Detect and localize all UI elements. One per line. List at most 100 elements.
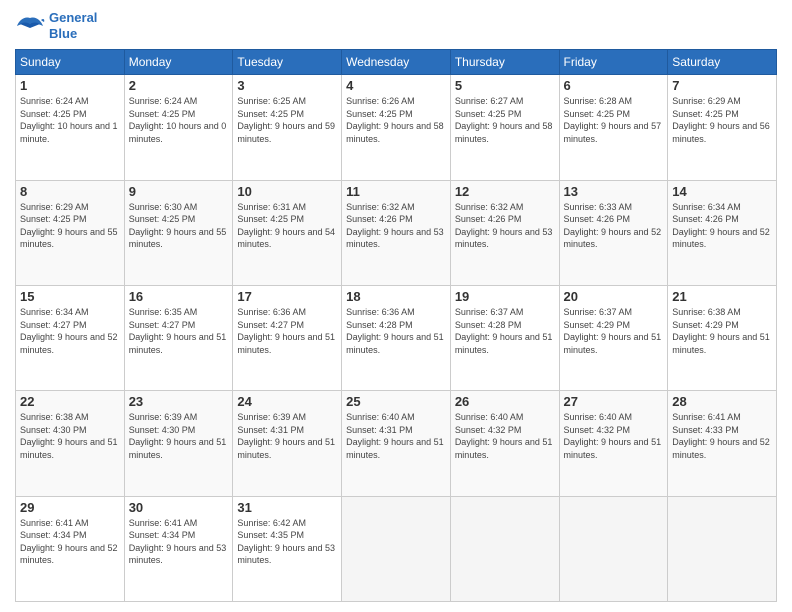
calendar-header-friday: Friday	[559, 50, 668, 75]
calendar-cell: 3 Sunrise: 6:25 AMSunset: 4:25 PMDaylight…	[233, 75, 342, 180]
calendar-header-thursday: Thursday	[450, 50, 559, 75]
day-info: Sunrise: 6:36 AMSunset: 4:28 PMDaylight:…	[346, 306, 446, 356]
calendar-cell: 26Sunrise: 6:40 AMSunset: 4:32 PMDayligh…	[450, 391, 559, 496]
calendar-cell: 6 Sunrise: 6:28 AMSunset: 4:25 PMDaylight…	[559, 75, 668, 180]
day-info: Sunrise: 6:36 AMSunset: 4:27 PMDaylight:…	[237, 306, 337, 356]
day-number: 8	[20, 184, 120, 199]
calendar-cell: 7 Sunrise: 6:29 AMSunset: 4:25 PMDaylight…	[668, 75, 777, 180]
calendar-week-1: 1 Sunrise: 6:24 AMSunset: 4:25 PMDaylight…	[16, 75, 777, 180]
day-number: 2	[129, 78, 229, 93]
day-number: 12	[455, 184, 555, 199]
calendar-cell	[342, 496, 451, 601]
day-info: Sunrise: 6:33 AMSunset: 4:26 PMDaylight:…	[564, 201, 664, 251]
calendar-cell: 16 Sunrise: 6:35 AMSunset: 4:27 PMDayligh…	[124, 285, 233, 390]
day-number: 7	[672, 78, 772, 93]
day-info: Sunrise: 6:29 AMSunset: 4:25 PMDaylight:…	[672, 95, 772, 145]
day-info: Sunrise: 6:38 AMSunset: 4:30 PMDaylight:…	[20, 411, 120, 461]
calendar-cell	[559, 496, 668, 601]
calendar-cell: 12 Sunrise: 6:32 AMSunset: 4:26 PMDayligh…	[450, 180, 559, 285]
calendar-cell: 21 Sunrise: 6:38 AMSunset: 4:29 PMDayligh…	[668, 285, 777, 390]
calendar-header-wednesday: Wednesday	[342, 50, 451, 75]
calendar-header-monday: Monday	[124, 50, 233, 75]
day-number: 9	[129, 184, 229, 199]
day-info: Sunrise: 6:30 AMSunset: 4:25 PMDaylight:…	[129, 201, 229, 251]
calendar-cell: 17 Sunrise: 6:36 AMSunset: 4:27 PMDayligh…	[233, 285, 342, 390]
day-number: 30	[129, 500, 229, 515]
day-number: 24	[237, 394, 337, 409]
day-info: Sunrise: 6:41 AMSunset: 4:34 PMDaylight:…	[20, 517, 120, 567]
calendar-cell: 15 Sunrise: 6:34 AMSunset: 4:27 PMDayligh…	[16, 285, 125, 390]
day-number: 13	[564, 184, 664, 199]
day-info: Sunrise: 6:40 AMSunset: 4:32 PMDaylight:…	[564, 411, 664, 461]
calendar-cell: 4 Sunrise: 6:26 AMSunset: 4:25 PMDaylight…	[342, 75, 451, 180]
logo-text: General Blue	[49, 10, 97, 41]
calendar-header-sunday: Sunday	[16, 50, 125, 75]
day-number: 4	[346, 78, 446, 93]
calendar-cell: 8 Sunrise: 6:29 AMSunset: 4:25 PMDaylight…	[16, 180, 125, 285]
day-number: 18	[346, 289, 446, 304]
day-number: 22	[20, 394, 120, 409]
calendar-cell: 1 Sunrise: 6:24 AMSunset: 4:25 PMDaylight…	[16, 75, 125, 180]
calendar-cell: 25 Sunrise: 6:40 AMSunset: 4:31 PMDayligh…	[342, 391, 451, 496]
day-info: Sunrise: 6:26 AMSunset: 4:25 PMDaylight:…	[346, 95, 446, 145]
calendar-cell	[668, 496, 777, 601]
day-info: Sunrise: 6:35 AMSunset: 4:27 PMDaylight:…	[129, 306, 229, 356]
day-info: Sunrise: 6:28 AMSunset: 4:25 PMDaylight:…	[564, 95, 664, 145]
calendar-cell: 20Sunrise: 6:37 AMSunset: 4:29 PMDayligh…	[559, 285, 668, 390]
calendar-cell	[450, 496, 559, 601]
calendar-week-5: 29Sunrise: 6:41 AMSunset: 4:34 PMDayligh…	[16, 496, 777, 601]
calendar-cell: 24 Sunrise: 6:39 AMSunset: 4:31 PMDayligh…	[233, 391, 342, 496]
day-info: Sunrise: 6:25 AMSunset: 4:25 PMDaylight:…	[237, 95, 337, 145]
day-info: Sunrise: 6:41 AMSunset: 4:34 PMDaylight:…	[129, 517, 229, 567]
day-info: Sunrise: 6:42 AMSunset: 4:35 PMDaylight:…	[237, 517, 337, 567]
calendar-cell: 27Sunrise: 6:40 AMSunset: 4:32 PMDayligh…	[559, 391, 668, 496]
day-number: 11	[346, 184, 446, 199]
day-info: Sunrise: 6:24 AMSunset: 4:25 PMDaylight:…	[20, 95, 120, 145]
calendar-header-saturday: Saturday	[668, 50, 777, 75]
calendar-cell: 10 Sunrise: 6:31 AMSunset: 4:25 PMDayligh…	[233, 180, 342, 285]
calendar-table: SundayMondayTuesdayWednesdayThursdayFrid…	[15, 49, 777, 602]
calendar-cell: 9 Sunrise: 6:30 AMSunset: 4:25 PMDaylight…	[124, 180, 233, 285]
day-number: 16	[129, 289, 229, 304]
day-info: Sunrise: 6:38 AMSunset: 4:29 PMDaylight:…	[672, 306, 772, 356]
day-number: 5	[455, 78, 555, 93]
logo: General Blue	[15, 10, 97, 41]
calendar-cell: 2 Sunrise: 6:24 AMSunset: 4:25 PMDaylight…	[124, 75, 233, 180]
day-number: 23	[129, 394, 229, 409]
day-info: Sunrise: 6:29 AMSunset: 4:25 PMDaylight:…	[20, 201, 120, 251]
day-number: 31	[237, 500, 337, 515]
calendar-week-3: 15 Sunrise: 6:34 AMSunset: 4:27 PMDayligh…	[16, 285, 777, 390]
calendar-cell: 13 Sunrise: 6:33 AMSunset: 4:26 PMDayligh…	[559, 180, 668, 285]
calendar-cell: 5Sunrise: 6:27 AMSunset: 4:25 PMDaylight…	[450, 75, 559, 180]
day-info: Sunrise: 6:39 AMSunset: 4:31 PMDaylight:…	[237, 411, 337, 461]
calendar-cell: 31 Sunrise: 6:42 AMSunset: 4:35 PMDayligh…	[233, 496, 342, 601]
logo-icon	[15, 14, 45, 38]
calendar-cell: 18 Sunrise: 6:36 AMSunset: 4:28 PMDayligh…	[342, 285, 451, 390]
day-number: 25	[346, 394, 446, 409]
day-info: Sunrise: 6:39 AMSunset: 4:30 PMDaylight:…	[129, 411, 229, 461]
day-number: 21	[672, 289, 772, 304]
day-number: 6	[564, 78, 664, 93]
header: General Blue	[15, 10, 777, 41]
day-info: Sunrise: 6:34 AMSunset: 4:27 PMDaylight:…	[20, 306, 120, 356]
day-info: Sunrise: 6:24 AMSunset: 4:25 PMDaylight:…	[129, 95, 229, 145]
calendar-cell: 30 Sunrise: 6:41 AMSunset: 4:34 PMDayligh…	[124, 496, 233, 601]
day-number: 1	[20, 78, 120, 93]
day-number: 19	[455, 289, 555, 304]
day-info: Sunrise: 6:32 AMSunset: 4:26 PMDaylight:…	[455, 201, 555, 251]
calendar-cell: 23 Sunrise: 6:39 AMSunset: 4:30 PMDayligh…	[124, 391, 233, 496]
calendar-cell: 28Sunrise: 6:41 AMSunset: 4:33 PMDayligh…	[668, 391, 777, 496]
day-number: 10	[237, 184, 337, 199]
calendar-cell: 11 Sunrise: 6:32 AMSunset: 4:26 PMDayligh…	[342, 180, 451, 285]
day-info: Sunrise: 6:37 AMSunset: 4:29 PMDaylight:…	[564, 306, 664, 356]
day-info: Sunrise: 6:40 AMSunset: 4:31 PMDaylight:…	[346, 411, 446, 461]
day-info: Sunrise: 6:32 AMSunset: 4:26 PMDaylight:…	[346, 201, 446, 251]
day-number: 14	[672, 184, 772, 199]
calendar-cell: 19Sunrise: 6:37 AMSunset: 4:28 PMDayligh…	[450, 285, 559, 390]
day-info: Sunrise: 6:34 AMSunset: 4:26 PMDaylight:…	[672, 201, 772, 251]
day-number: 3	[237, 78, 337, 93]
day-info: Sunrise: 6:31 AMSunset: 4:25 PMDaylight:…	[237, 201, 337, 251]
day-number: 17	[237, 289, 337, 304]
calendar-week-2: 8 Sunrise: 6:29 AMSunset: 4:25 PMDaylight…	[16, 180, 777, 285]
day-number: 15	[20, 289, 120, 304]
